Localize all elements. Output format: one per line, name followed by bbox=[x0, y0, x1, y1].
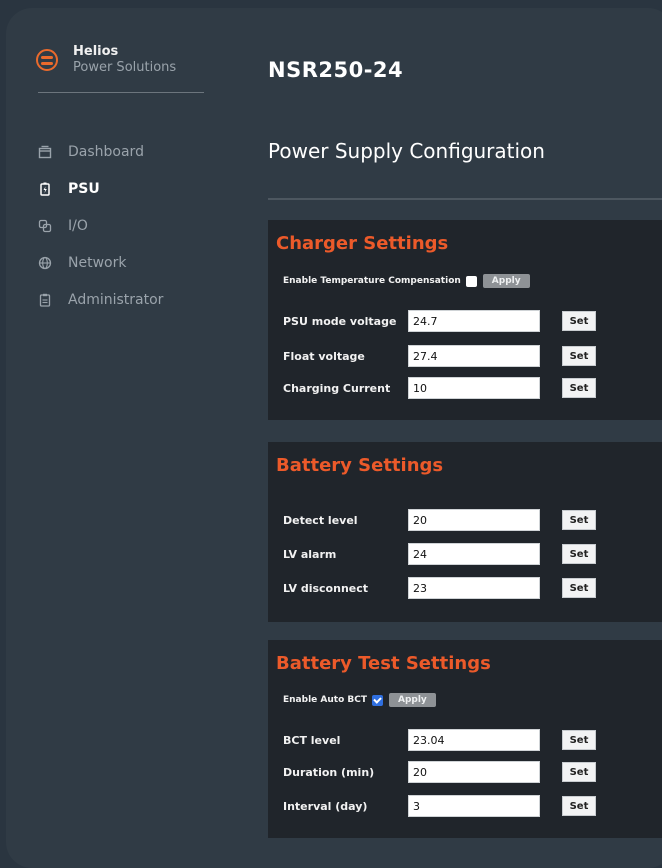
detect-level-input[interactable] bbox=[408, 509, 540, 531]
field-row: LV alarm Set bbox=[283, 543, 596, 565]
field-label: LV disconnect bbox=[283, 581, 369, 595]
battery-test-settings-card: Battery Test Settings Enable Auto BCT Ap… bbox=[268, 640, 662, 838]
set-button[interactable]: Set bbox=[562, 346, 596, 366]
io-icon bbox=[38, 219, 52, 233]
card-title: Battery Test Settings bbox=[276, 653, 491, 674]
field-label: LV alarm bbox=[283, 547, 337, 561]
set-button[interactable]: Set bbox=[562, 311, 596, 331]
card-title: Charger Settings bbox=[276, 233, 449, 254]
auto-bct-checkbox[interactable] bbox=[372, 694, 383, 706]
field-label: Interval (day) bbox=[283, 799, 368, 813]
card-title: Battery Settings bbox=[276, 455, 444, 476]
set-button[interactable]: Set bbox=[562, 378, 596, 398]
field-label: Charging Current bbox=[283, 381, 391, 395]
field-row: Charging Current Set bbox=[283, 377, 596, 399]
duration-input[interactable] bbox=[408, 761, 540, 783]
brand-subtitle: Power Solutions bbox=[73, 60, 177, 75]
field-label: Float voltage bbox=[283, 349, 365, 363]
device-title: NSR250-24 bbox=[268, 58, 404, 82]
page-title: Power Supply Configuration bbox=[268, 139, 545, 163]
float-voltage-input[interactable] bbox=[408, 345, 540, 367]
window-icon bbox=[38, 145, 52, 159]
divider bbox=[38, 92, 204, 93]
interval-input[interactable] bbox=[408, 795, 540, 817]
clipboard-icon bbox=[38, 293, 52, 307]
bct-level-input[interactable] bbox=[408, 729, 540, 751]
sidebar-item-administrator[interactable]: Administrator bbox=[38, 281, 163, 318]
helios-logo-icon bbox=[36, 49, 58, 71]
brand: Helios Power Solutions bbox=[36, 44, 176, 76]
psu-mode-voltage-input[interactable] bbox=[408, 310, 540, 332]
sidebar-item-label: Dashboard bbox=[68, 143, 144, 160]
field-label: BCT level bbox=[283, 733, 341, 747]
divider bbox=[268, 198, 662, 200]
sidebar-item-label: Administrator bbox=[68, 291, 164, 308]
field-row: Float voltage Set bbox=[283, 345, 596, 367]
battery-icon bbox=[38, 182, 52, 196]
lv-alarm-input[interactable] bbox=[408, 543, 540, 565]
sidebar-item-label: I/O bbox=[68, 217, 88, 234]
app-window: Helios Power Solutions Dashboard PSU I/O… bbox=[6, 8, 662, 868]
sidebar-item-network[interactable]: Network bbox=[38, 244, 163, 281]
lv-disconnect-input[interactable] bbox=[408, 577, 540, 599]
set-button[interactable]: Set bbox=[562, 796, 596, 816]
auto-bct-row: Enable Auto BCT Apply bbox=[283, 693, 436, 707]
set-button[interactable]: Set bbox=[562, 544, 596, 564]
apply-button[interactable]: Apply bbox=[482, 274, 530, 288]
brand-name: Helios bbox=[73, 44, 119, 59]
set-button[interactable]: Set bbox=[562, 730, 596, 750]
field-row: LV disconnect Set bbox=[283, 577, 596, 599]
set-button[interactable]: Set bbox=[562, 510, 596, 530]
field-row: PSU mode voltage Set bbox=[283, 310, 596, 332]
set-button[interactable]: Set bbox=[562, 762, 596, 782]
sidebar: Helios Power Solutions Dashboard PSU I/O… bbox=[6, 8, 244, 868]
field-row: Detect level Set bbox=[283, 509, 596, 531]
field-row: Interval (day) Set bbox=[283, 795, 596, 817]
sidebar-item-label: Network bbox=[68, 254, 127, 271]
set-button[interactable]: Set bbox=[562, 578, 596, 598]
globe-icon bbox=[38, 256, 52, 270]
sidebar-nav: Dashboard PSU I/O Network Administrator bbox=[38, 133, 163, 318]
field-row: BCT level Set bbox=[283, 729, 596, 751]
sidebar-item-psu[interactable]: PSU bbox=[38, 170, 163, 207]
charger-settings-card: Charger Settings Enable Temperature Comp… bbox=[268, 220, 662, 420]
enable-label: Enable Temperature Compensation bbox=[283, 276, 461, 286]
field-label: Duration (min) bbox=[283, 765, 375, 779]
charging-current-input[interactable] bbox=[408, 377, 540, 399]
sidebar-item-io[interactable]: I/O bbox=[38, 207, 163, 244]
sidebar-item-label: PSU bbox=[68, 180, 100, 197]
field-label: Detect level bbox=[283, 513, 358, 527]
temperature-compensation-checkbox[interactable] bbox=[465, 275, 477, 287]
field-row: Duration (min) Set bbox=[283, 761, 596, 783]
temperature-compensation-row: Enable Temperature Compensation Apply bbox=[283, 274, 530, 288]
apply-button[interactable]: Apply bbox=[389, 693, 436, 707]
field-label: PSU mode voltage bbox=[283, 314, 397, 328]
enable-label: Enable Auto BCT bbox=[283, 695, 367, 705]
sidebar-item-dashboard[interactable]: Dashboard bbox=[38, 133, 163, 170]
battery-settings-card: Battery Settings Detect level Set LV ala… bbox=[268, 442, 662, 622]
main-content: NSR250-24 Power Supply Configuration Cha… bbox=[268, 8, 662, 868]
